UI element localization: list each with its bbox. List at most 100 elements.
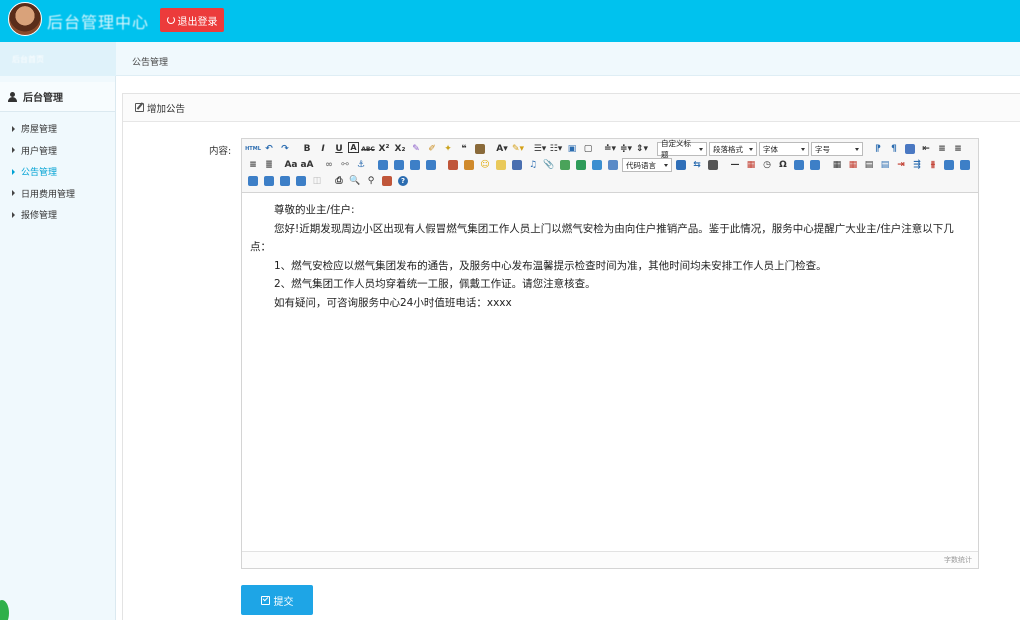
line-height-icon[interactable]: ⇕▾: [635, 142, 649, 156]
toolbar-separator: [278, 158, 282, 172]
paste-text-icon[interactable]: [473, 142, 487, 156]
image-left-icon[interactable]: [392, 158, 406, 172]
custom-style-select[interactable]: 自定义标题: [657, 139, 707, 159]
direction-ltr-icon[interactable]: ⁋: [871, 142, 885, 156]
search-replace-icon[interactable]: ⚲: [364, 174, 378, 188]
sidebar-item-label: 报修管理: [21, 211, 58, 222]
link-icon[interactable]: ∞: [322, 158, 336, 172]
unlink-icon[interactable]: ⚯: [338, 158, 352, 172]
delete-col-icon[interactable]: ⫵: [926, 158, 940, 172]
eraser-icon[interactable]: ✎: [409, 142, 423, 156]
font-color-icon[interactable]: A▾: [495, 142, 509, 156]
font-size-select[interactable]: 字号: [811, 142, 863, 156]
map-icon[interactable]: [558, 158, 572, 172]
sidebar-item-label: 房屋管理: [21, 125, 58, 136]
google-map-icon[interactable]: [574, 158, 588, 172]
merge-cells-icon[interactable]: [942, 158, 956, 172]
insert-image-icon[interactable]: [446, 158, 460, 172]
music-icon[interactable]: ♫: [526, 158, 540, 172]
row-spacing-bottom-icon[interactable]: ≑▾: [619, 142, 633, 156]
delete-table-icon[interactable]: ▦: [846, 158, 860, 172]
outdent-icon[interactable]: ⇤: [919, 142, 933, 156]
split-rows-icon[interactable]: [278, 174, 292, 188]
template-icon[interactable]: ⇆: [690, 158, 704, 172]
multi-image-icon[interactable]: [462, 158, 476, 172]
sidebar-section-header[interactable]: 后台管理: [0, 76, 115, 112]
date-icon[interactable]: ▦: [744, 158, 758, 172]
image-none-icon[interactable]: [376, 158, 390, 172]
insert-row-icon[interactable]: ▤: [878, 158, 892, 172]
print-icon[interactable]: ⎙: [332, 174, 346, 188]
split-cells-icon[interactable]: [262, 174, 276, 188]
italic-icon[interactable]: I: [316, 142, 330, 156]
editor-content-area[interactable]: 尊敬的业主/住户: 您好!近期发现周边小区出现有人假冒燃气集团工作人员上门以燃气…: [242, 193, 978, 551]
delete-row-icon[interactable]: ⇥: [894, 158, 908, 172]
anchor-icon[interactable]: ⚓: [354, 158, 368, 172]
html-source-icon[interactable]: HTML: [245, 142, 261, 156]
sidebar-item-house[interactable]: 房屋管理: [0, 118, 115, 140]
code-block-icon[interactable]: [606, 158, 620, 172]
home-link[interactable]: 后台首页: [0, 42, 116, 76]
horizontal-rule-icon[interactable]: —: [728, 158, 742, 172]
ordered-list-icon[interactable]: ☰▾: [533, 142, 547, 156]
underline-icon[interactable]: U: [332, 142, 346, 156]
submit-button[interactable]: 提交: [241, 585, 313, 615]
sidebar-item-users[interactable]: 用户管理: [0, 140, 115, 162]
chart-icon[interactable]: ◫: [310, 174, 324, 188]
select-all-icon[interactable]: ▣: [565, 142, 579, 156]
paragraph-format-select[interactable]: 段落格式: [709, 142, 757, 156]
to-uppercase-icon[interactable]: Aa: [284, 158, 298, 172]
blockquote-icon[interactable]: ❝: [457, 142, 471, 156]
undo-icon[interactable]: ↶: [262, 142, 276, 156]
insert-col-icon[interactable]: ⇶: [910, 158, 924, 172]
toolbar-separator: [326, 174, 330, 188]
insert-video-icon[interactable]: [510, 158, 524, 172]
strikethrough-icon[interactable]: ABC: [361, 142, 375, 156]
font-border-icon[interactable]: A: [348, 142, 359, 153]
attachment-icon[interactable]: 📎: [542, 158, 556, 172]
special-chars-icon[interactable]: Ω: [776, 158, 790, 172]
drafts-icon[interactable]: [380, 174, 394, 188]
insert-paragraph-before-table-icon[interactable]: ▤: [862, 158, 876, 172]
merge-down-icon[interactable]: [246, 174, 260, 188]
insert-frame-icon[interactable]: [590, 158, 604, 172]
row-spacing-top-icon[interactable]: ≐▾: [603, 142, 617, 156]
align-left-icon[interactable]: ≡: [935, 142, 949, 156]
code-language-select[interactable]: 代码语言: [622, 158, 672, 172]
align-center-icon[interactable]: ≡: [951, 142, 965, 156]
snapscreen-icon[interactable]: [792, 158, 806, 172]
wordimage-icon[interactable]: [808, 158, 822, 172]
content-label: 内容:: [209, 146, 232, 157]
align-justify-icon[interactable]: ≣: [262, 158, 276, 172]
sidebar-item-repairs[interactable]: 报修管理: [0, 204, 115, 226]
emotion-icon[interactable]: ☺: [478, 158, 492, 172]
sidebar-item-announcements[interactable]: 公告管理: [0, 161, 115, 183]
time-icon[interactable]: ◷: [760, 158, 774, 172]
direction-rtl-icon[interactable]: ¶: [887, 142, 901, 156]
clear-doc-icon[interactable]: ▢: [581, 142, 595, 156]
split-cols-icon[interactable]: [294, 174, 308, 188]
unordered-list-icon[interactable]: ☷▾: [549, 142, 563, 156]
merge-right-icon[interactable]: [958, 158, 972, 172]
sidebar-item-fees[interactable]: 日用费用管理: [0, 183, 115, 205]
insert-table-icon[interactable]: ▦: [830, 158, 844, 172]
image-right-icon[interactable]: [408, 158, 422, 172]
preview-icon[interactable]: 🔍: [348, 174, 362, 188]
redo-icon[interactable]: ↷: [278, 142, 292, 156]
indent-icon[interactable]: [903, 142, 917, 156]
scrawl-icon[interactable]: [494, 158, 508, 172]
format-brush-icon[interactable]: ✐: [425, 142, 439, 156]
bold-icon[interactable]: B: [300, 142, 314, 156]
highlight-color-icon[interactable]: ✎▾: [511, 142, 525, 156]
to-lowercase-icon[interactable]: aA: [300, 158, 314, 172]
align-right-icon[interactable]: ≡: [246, 158, 260, 172]
page-break-icon[interactable]: [674, 158, 688, 172]
subscript-icon[interactable]: X₂: [393, 142, 407, 156]
help-icon[interactable]: ?: [396, 174, 410, 188]
font-family-select[interactable]: 字体: [759, 142, 809, 156]
auto-format-icon[interactable]: ✦: [441, 142, 455, 156]
image-center-icon[interactable]: [424, 158, 438, 172]
logout-button[interactable]: 退出登录: [160, 8, 224, 32]
background-icon[interactable]: [706, 158, 720, 172]
superscript-icon[interactable]: X²: [377, 142, 391, 156]
